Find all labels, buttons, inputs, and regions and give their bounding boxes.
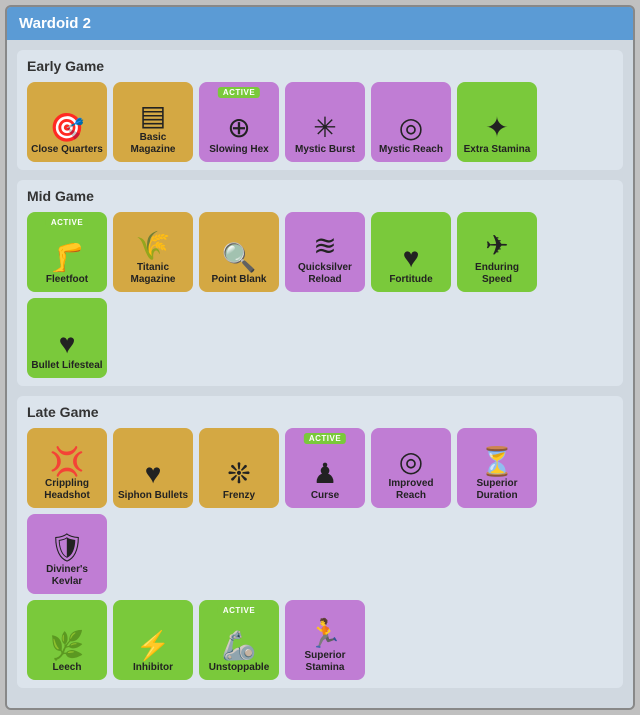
frenzy-icon: ❊	[227, 460, 250, 488]
item-quicksilver-reload[interactable]: ≋ Quicksilver Reload	[285, 212, 365, 292]
bullet-lifesteal-icon: ♥	[59, 330, 76, 358]
basic-magazine-icon: ▤	[140, 102, 166, 130]
item-inhibitor[interactable]: ⚡ Inhibitor	[113, 600, 193, 680]
item-diviners-kevlar[interactable]: 🛡 Diviner's Kevlar	[27, 514, 107, 594]
titanic-magazine-label: Titanic Magazine	[113, 262, 193, 286]
fleetfoot-active-badge: ACTIVE	[46, 217, 88, 228]
improved-reach-label: Improved Reach	[371, 478, 451, 502]
basic-magazine-label: Basic Magazine	[113, 132, 193, 156]
siphon-bullets-icon: ♥	[145, 460, 162, 488]
titanic-magazine-icon: 🌾	[136, 232, 171, 260]
section-mid-game: Mid Game ACTIVE 🦵 Fleetfoot 🌾 Titanic Ma…	[17, 180, 623, 386]
item-mystic-burst[interactable]: ✳ Mystic Burst	[285, 82, 365, 162]
item-point-blank[interactable]: 🔍 Point Blank	[199, 212, 279, 292]
item-improved-reach[interactable]: ◎ Improved Reach	[371, 428, 451, 508]
item-enduring-speed[interactable]: ✈ Enduring Speed	[457, 212, 537, 292]
item-superior-duration[interactable]: ⏳ Superior Duration	[457, 428, 537, 508]
item-basic-magazine[interactable]: ▤ Basic Magazine	[113, 82, 193, 162]
item-close-quarters[interactable]: 🎯 Close Quarters	[27, 82, 107, 162]
inhibitor-label: Inhibitor	[130, 662, 176, 674]
item-fortitude[interactable]: ♥ Fortitude	[371, 212, 451, 292]
diviners-kevlar-icon: 🛡	[49, 534, 85, 562]
diviners-kevlar-label: Diviner's Kevlar	[27, 564, 107, 588]
item-superior-stamina[interactable]: 🏃 Superior Stamina	[285, 600, 365, 680]
bullet-lifesteal-label: Bullet Lifesteal	[28, 360, 105, 372]
improved-reach-icon: ◎	[399, 448, 423, 476]
unstoppable-label: Unstoppable	[206, 662, 273, 674]
window-title: Wardoid 2	[19, 15, 91, 32]
enduring-speed-label: Enduring Speed	[457, 262, 537, 286]
late-game-items-row2: 🌿 Leech ⚡ Inhibitor ACTIVE 🦾 Unstoppable…	[27, 600, 613, 680]
item-slowing-hex[interactable]: ACTIVE ⊕ Slowing Hex	[199, 82, 279, 162]
close-quarters-label: Close Quarters	[28, 144, 106, 156]
siphon-bullets-label: Siphon Bullets	[115, 490, 191, 502]
mystic-reach-icon: ◎	[399, 114, 423, 142]
item-unstoppable[interactable]: ACTIVE 🦾 Unstoppable	[199, 600, 279, 680]
extra-stamina-label: Extra Stamina	[461, 144, 534, 156]
section-title-mid: Mid Game	[27, 188, 613, 204]
item-mystic-reach[interactable]: ◎ Mystic Reach	[371, 82, 451, 162]
item-titanic-magazine[interactable]: 🌾 Titanic Magazine	[113, 212, 193, 292]
unstoppable-active-badge: ACTIVE	[218, 605, 260, 616]
superior-duration-label: Superior Duration	[457, 478, 537, 502]
mystic-burst-icon: ✳	[313, 114, 336, 142]
superior-stamina-icon: 🏃	[308, 620, 343, 648]
curse-active-badge: ACTIVE	[304, 433, 346, 444]
section-title-early: Early Game	[27, 58, 613, 74]
early-game-items: 🎯 Close Quarters ▤ Basic Magazine ACTIVE…	[27, 82, 613, 162]
frenzy-label: Frenzy	[220, 490, 258, 502]
crippling-headshot-icon: 💢	[50, 448, 85, 476]
slowing-hex-icon: ⊕	[227, 114, 250, 142]
point-blank-label: Point Blank	[208, 274, 269, 286]
inhibitor-icon: ⚡	[136, 632, 171, 660]
item-fleetfoot[interactable]: ACTIVE 🦵 Fleetfoot	[27, 212, 107, 292]
superior-duration-icon: ⏳	[480, 448, 515, 476]
item-crippling-headshot[interactable]: 💢 Crippling Headshot	[27, 428, 107, 508]
item-extra-stamina[interactable]: ✦ Extra Stamina	[457, 82, 537, 162]
curse-label: Curse	[308, 490, 342, 502]
curse-icon: ♟	[312, 460, 337, 488]
item-bullet-lifesteal[interactable]: ♥ Bullet Lifesteal	[27, 298, 107, 378]
content-area: Early Game 🎯 Close Quarters ▤ Basic Maga…	[7, 40, 633, 708]
fleetfoot-icon: 🦵	[50, 244, 85, 272]
leech-icon: 🌿	[50, 632, 85, 660]
item-frenzy[interactable]: ❊ Frenzy	[199, 428, 279, 508]
crippling-headshot-label: Crippling Headshot	[27, 478, 107, 502]
item-leech[interactable]: 🌿 Leech	[27, 600, 107, 680]
unstoppable-icon: 🦾	[222, 632, 257, 660]
title-bar: Wardoid 2	[7, 7, 633, 40]
quicksilver-reload-icon: ≋	[313, 232, 336, 260]
mystic-reach-label: Mystic Reach	[376, 144, 446, 156]
late-game-items-row1: 💢 Crippling Headshot ♥ Siphon Bullets ❊ …	[27, 428, 613, 594]
fortitude-label: Fortitude	[386, 274, 435, 286]
leech-label: Leech	[50, 662, 85, 674]
fleetfoot-label: Fleetfoot	[43, 274, 91, 286]
section-title-late: Late Game	[27, 404, 613, 420]
fortitude-icon: ♥	[403, 244, 420, 272]
point-blank-icon: 🔍	[222, 244, 257, 272]
enduring-speed-icon: ✈	[485, 232, 508, 260]
section-late-game: Late Game 💢 Crippling Headshot ♥ Siphon …	[17, 396, 623, 688]
mystic-burst-label: Mystic Burst	[292, 144, 358, 156]
quicksilver-reload-label: Quicksilver Reload	[285, 262, 365, 286]
close-quarters-icon: 🎯	[50, 114, 85, 142]
item-siphon-bullets[interactable]: ♥ Siphon Bullets	[113, 428, 193, 508]
main-window: Wardoid 2 Early Game 🎯 Close Quarters ▤ …	[5, 5, 635, 710]
slowing-hex-active-badge: ACTIVE	[218, 87, 260, 98]
mid-game-items: ACTIVE 🦵 Fleetfoot 🌾 Titanic Magazine 🔍 …	[27, 212, 613, 378]
section-early-game: Early Game 🎯 Close Quarters ▤ Basic Maga…	[17, 50, 623, 170]
superior-stamina-label: Superior Stamina	[285, 650, 365, 674]
extra-stamina-icon: ✦	[485, 114, 508, 142]
item-curse[interactable]: ACTIVE ♟ Curse	[285, 428, 365, 508]
slowing-hex-label: Slowing Hex	[206, 144, 271, 156]
